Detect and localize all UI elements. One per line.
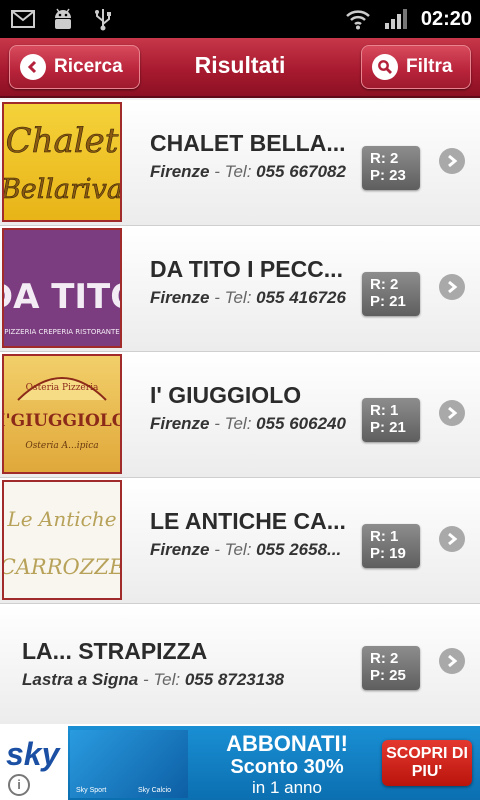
city: Firenze (150, 162, 210, 181)
filter-button[interactable]: Filtra (361, 45, 471, 89)
svg-text:I'GIUGGIOLO: I'GIUGGIOLO (4, 411, 120, 431)
rating-badge: R: 1 P: 21 (362, 398, 420, 442)
ad-line-2: Sconto 30% (230, 756, 344, 778)
city: Lastra a Signa (22, 670, 139, 689)
reviews-count: R: 2 (370, 650, 399, 667)
restaurant-contact: Lastra a Signa - Tel: 055 8723138 (22, 670, 352, 690)
status-bar: 02:20 (0, 0, 480, 38)
back-button-label: Ricerca (54, 56, 123, 77)
points-count: P: 21 (370, 293, 406, 310)
list-item[interactable]: DA TITO PIZZERIA CREPERIA RISTORANTE DA … (0, 226, 480, 352)
restaurant-contact: Firenze - Tel: 055 416726 (150, 288, 360, 308)
svg-text:PIZZERIA CREPERIA RISTORANTE: PIZZERIA CREPERIA RISTORANTE (4, 328, 119, 336)
city: Firenze (150, 288, 210, 307)
tel-label: - Tel: (209, 414, 257, 433)
ad-tile-label: Sky Calcio (138, 787, 172, 794)
reviews-count: R: 2 (370, 276, 399, 293)
restaurant-name: I' GIUGGIOLO (150, 382, 302, 408)
filter-button-label: Filtra (406, 56, 453, 77)
list-item[interactable]: Osteria Pizzeria I'GIUGGIOLO Osteria A..… (0, 352, 480, 478)
points-count: P: 21 (370, 419, 406, 436)
points-count: P: 23 (370, 167, 406, 184)
phone: 055 416726 (256, 288, 346, 307)
city: Firenze (150, 540, 210, 559)
tel-label: - Tel: (209, 540, 257, 559)
chevron-right-icon[interactable] (439, 648, 465, 674)
phone: 055 8723138 (184, 670, 285, 689)
svg-text:Osteria A...ipica: Osteria A...ipica (25, 441, 98, 451)
ad-tile-label: Sky Sport (76, 787, 107, 794)
rating-badge: R: 2 P: 23 (362, 146, 420, 190)
chevron-right-icon[interactable] (439, 400, 465, 426)
tel-label: - Tel: (138, 670, 185, 689)
points-count: P: 19 (370, 545, 406, 562)
phone: 055 2658... (256, 540, 342, 559)
list-item[interactable]: Le Antiche CARROZZE LE ANTICHE CA... Fir… (0, 478, 480, 604)
reviews-count: R: 2 (370, 150, 399, 167)
wifi-icon (345, 7, 371, 31)
title-bar: Ricerca Risultati Filtra (0, 38, 480, 98)
gmail-icon (10, 7, 36, 31)
signal-icon (383, 7, 409, 31)
points-count: P: 25 (370, 667, 406, 684)
chevron-left-icon (20, 54, 46, 80)
ad-line-3: in 1 anno (252, 778, 322, 797)
svg-text:Le Antiche: Le Antiche (6, 507, 116, 531)
restaurant-contact: Firenze - Tel: 055 2658... (150, 540, 360, 560)
list-item[interactable]: LA... STRAPIZZA Lastra a Signa - Tel: 05… (0, 604, 480, 726)
restaurant-logo: Le Antiche CARROZZE (2, 480, 122, 600)
reviews-count: R: 1 (370, 528, 399, 545)
rating-badge: R: 2 P: 21 (362, 272, 420, 316)
restaurant-logo: DA TITO PIZZERIA CREPERIA RISTORANTE (2, 228, 122, 348)
chevron-right-icon[interactable] (439, 148, 465, 174)
svg-text:CARROZZE: CARROZZE (4, 555, 120, 579)
restaurant-name: CHALET BELLA... (150, 130, 346, 156)
svg-text:Osteria Pizzeria: Osteria Pizzeria (26, 383, 99, 393)
usb-icon (90, 7, 116, 31)
reviews-count: R: 1 (370, 402, 399, 419)
tel-label: - Tel: (209, 288, 257, 307)
svg-text:DA TITO: DA TITO (4, 277, 120, 317)
android-debug-icon (50, 7, 76, 31)
phone: 055 667082 (256, 162, 346, 181)
rating-badge: R: 2 P: 25 (362, 646, 420, 690)
restaurant-logo: Osteria Pizzeria I'GIUGGIOLO Osteria A..… (2, 354, 122, 474)
chevron-right-icon[interactable] (439, 526, 465, 552)
svg-text:Bellariva: Bellariva (4, 174, 120, 205)
city: Firenze (150, 414, 210, 433)
svg-text:Chalet: Chalet (6, 121, 119, 161)
ad-headline: ABBONATI! Sconto 30% in 1 anno (212, 732, 362, 798)
results-list: Chalet Bellariva CHALET BELLA... Firenze… (0, 100, 480, 726)
list-item[interactable]: Chalet Bellariva CHALET BELLA... Firenze… (0, 100, 480, 226)
search-icon (372, 54, 398, 80)
chevron-right-icon[interactable] (439, 274, 465, 300)
tel-label: - Tel: (209, 162, 257, 181)
restaurant-name: LA... STRAPIZZA (22, 638, 208, 664)
ad-line-1: ABBONATI! (226, 731, 348, 756)
restaurant-logo: Chalet Bellariva (2, 102, 122, 222)
clock: 02:20 (420, 8, 472, 30)
phone: 055 606240 (256, 414, 346, 433)
rating-badge: R: 1 P: 19 (362, 524, 420, 568)
restaurant-name: LE ANTICHE CA... (150, 508, 346, 534)
info-icon[interactable]: i (8, 774, 30, 796)
ad-cta-button[interactable]: SCOPRI DI PIU' (382, 740, 472, 786)
restaurant-contact: Firenze - Tel: 055 667082 (150, 162, 360, 182)
ad-banner[interactable]: sky i Sky Sport Sky Calcio ABBONATI! Sco… (0, 724, 480, 800)
back-button[interactable]: Ricerca (9, 45, 140, 89)
restaurant-contact: Firenze - Tel: 055 606240 (150, 414, 360, 434)
restaurant-name: DA TITO I PECC... (150, 256, 343, 282)
